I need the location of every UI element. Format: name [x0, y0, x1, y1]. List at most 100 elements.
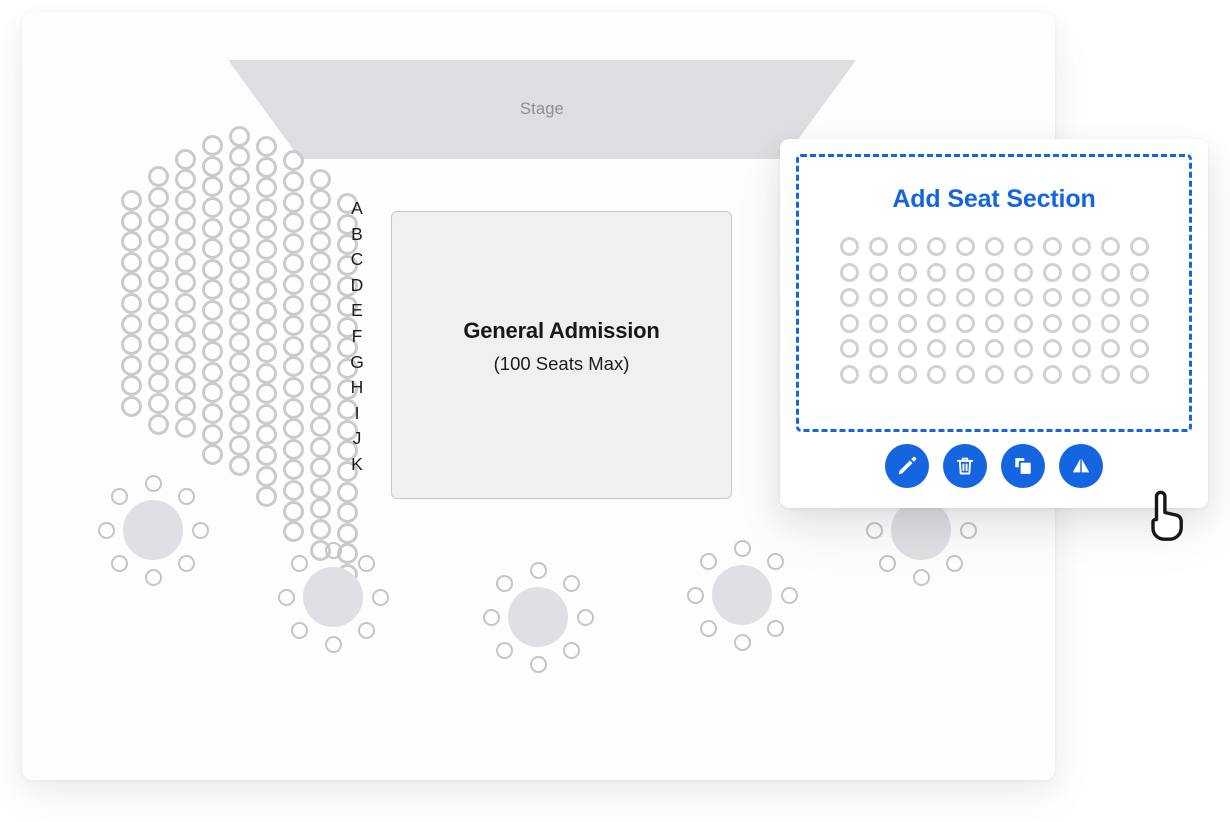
table-seat[interactable]	[496, 575, 514, 593]
seat[interactable]	[229, 146, 250, 168]
table-seat[interactable]	[371, 588, 389, 606]
table-seat[interactable]	[879, 554, 897, 572]
seat[interactable]	[283, 335, 304, 357]
table-seat[interactable]	[177, 488, 195, 506]
seat[interactable]	[148, 228, 169, 250]
seat[interactable]	[229, 372, 250, 394]
table-seat[interactable]	[111, 554, 129, 572]
seat[interactable]	[310, 230, 331, 252]
table-seat[interactable]	[291, 555, 309, 573]
seat[interactable]	[927, 313, 946, 333]
table-seat[interactable]	[700, 553, 718, 571]
seat[interactable]	[927, 262, 946, 282]
seat[interactable]	[840, 288, 859, 308]
seat[interactable]	[256, 136, 277, 157]
seat[interactable]	[1014, 313, 1033, 333]
seat[interactable]	[310, 333, 331, 355]
seat[interactable]	[310, 168, 331, 190]
seat[interactable]	[283, 418, 304, 440]
table-seat[interactable]	[277, 588, 295, 606]
seat[interactable]	[256, 342, 277, 363]
seat[interactable]	[869, 339, 888, 359]
table-seat[interactable]	[733, 633, 751, 651]
seat[interactable]	[283, 191, 304, 213]
round-table[interactable]	[672, 525, 812, 665]
seat[interactable]	[148, 248, 169, 270]
seat[interactable]	[256, 383, 277, 405]
seat[interactable]	[256, 403, 277, 425]
seat[interactable]	[1130, 364, 1149, 384]
seat[interactable]	[256, 218, 277, 240]
table-seat[interactable]	[144, 568, 162, 586]
seat[interactable]	[229, 290, 250, 312]
seat[interactable]	[283, 253, 304, 275]
seat[interactable]	[927, 288, 946, 308]
seat[interactable]	[121, 293, 142, 314]
seat[interactable]	[256, 156, 277, 178]
seat[interactable]	[1043, 288, 1062, 308]
table-seat[interactable]	[324, 541, 342, 559]
seat[interactable]	[148, 166, 169, 188]
seat[interactable]	[310, 498, 331, 520]
seat[interactable]	[898, 364, 917, 384]
seat[interactable]	[840, 339, 859, 359]
seat[interactable]	[985, 288, 1004, 308]
seat[interactable]	[283, 294, 304, 316]
seat[interactable]	[229, 455, 250, 477]
seat[interactable]	[283, 480, 304, 501]
table-seat[interactable]	[912, 568, 930, 586]
seat[interactable]	[148, 351, 169, 373]
seat[interactable]	[175, 293, 196, 314]
table-seat[interactable]	[496, 641, 514, 659]
seat[interactable]	[840, 262, 859, 282]
seat[interactable]	[121, 334, 142, 356]
seat[interactable]	[1130, 339, 1149, 359]
seat[interactable]	[1072, 364, 1091, 384]
delete-section-button[interactable]	[943, 444, 987, 488]
seat[interactable]	[898, 339, 917, 359]
seat[interactable]	[310, 374, 331, 396]
seat[interactable]	[148, 413, 169, 435]
seat[interactable]	[148, 207, 169, 229]
table-seat[interactable]	[576, 608, 594, 626]
seat[interactable]	[229, 249, 250, 271]
seat[interactable]	[310, 210, 331, 231]
seat[interactable]	[985, 262, 1004, 282]
seat[interactable]	[283, 459, 304, 481]
seat[interactable]	[256, 239, 277, 260]
seat[interactable]	[956, 237, 975, 257]
seat[interactable]	[229, 208, 250, 229]
seat[interactable]	[1101, 237, 1120, 257]
duplicate-section-button[interactable]	[1001, 444, 1045, 488]
seat[interactable]	[229, 125, 250, 147]
general-admission-section[interactable]: General Admission (100 Seats Max)	[391, 211, 732, 499]
seat[interactable]	[148, 310, 169, 332]
seat[interactable]	[202, 217, 223, 239]
table-seat[interactable]	[945, 554, 963, 572]
seat[interactable]	[310, 251, 331, 273]
seat[interactable]	[175, 251, 196, 273]
seat[interactable]	[175, 169, 196, 191]
seat[interactable]	[1130, 237, 1149, 257]
seat[interactable]	[985, 313, 1004, 333]
seat[interactable]	[256, 177, 277, 199]
seat[interactable]	[202, 320, 223, 342]
seat[interactable]	[202, 155, 223, 177]
seat[interactable]	[229, 393, 250, 415]
mirror-section-button[interactable]	[1059, 444, 1103, 488]
seat[interactable]	[202, 135, 223, 157]
seat[interactable]	[927, 237, 946, 257]
seat[interactable]	[840, 237, 859, 257]
seat[interactable]	[121, 210, 142, 232]
seat[interactable]	[1014, 262, 1033, 282]
seat[interactable]	[256, 197, 277, 219]
table-seat[interactable]	[700, 619, 718, 637]
seat[interactable]	[148, 372, 169, 394]
seat[interactable]	[121, 190, 142, 211]
seat[interactable]	[121, 375, 142, 397]
table-seat[interactable]	[177, 554, 195, 572]
seat[interactable]	[148, 290, 169, 311]
seat[interactable]	[202, 361, 223, 383]
seat[interactable]	[1043, 339, 1062, 359]
seat[interactable]	[1043, 262, 1062, 282]
